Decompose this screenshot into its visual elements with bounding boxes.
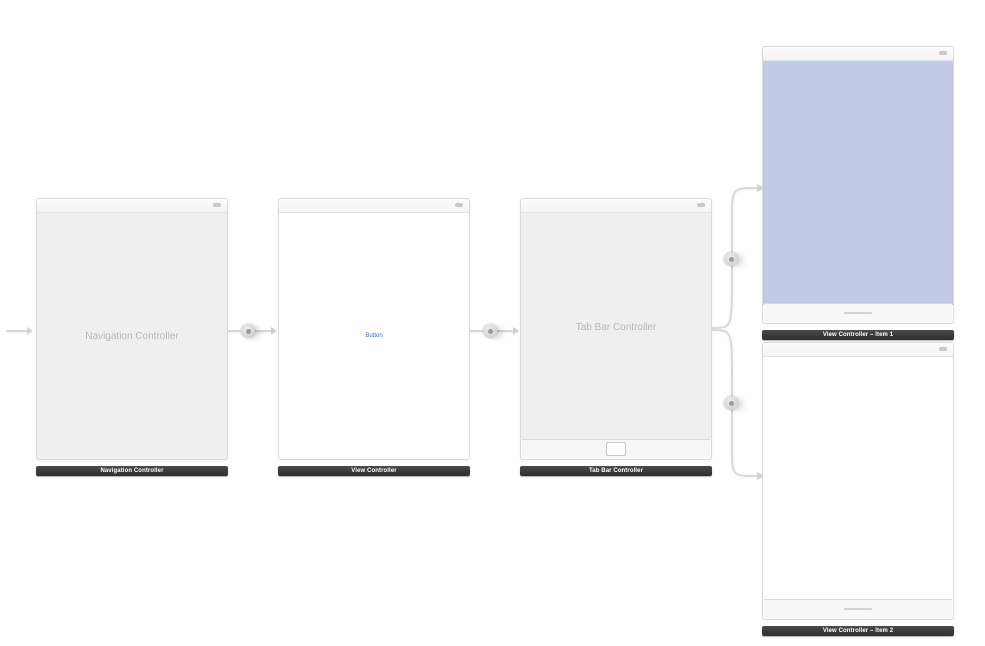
scene-floor-label: View Controller [278,466,470,476]
storyboard-canvas[interactable]: Navigation Controller Navigation Control… [0,0,985,646]
scene-content: Tab Bar Controller [521,213,711,441]
scene-floor-label: Tab Bar Controller [520,466,712,476]
scene-content [763,357,953,601]
scene-tabbar-controller[interactable]: Tab Bar Controller Tab Bar Controller [520,198,712,460]
scene-floor-label: View Controller – Item 1 [762,330,954,340]
scene-titlebar [763,343,953,357]
segue-badge[interactable] [724,252,738,266]
close-icon [697,203,705,207]
scene-titlebar [37,199,227,213]
scene-item-2[interactable]: View Controller – Item 2 [762,342,954,620]
tab-bar [764,599,952,618]
scene-titlebar [763,47,953,61]
home-indicator-icon [844,312,872,314]
entry-point-arrow[interactable] [6,330,28,332]
close-icon [939,51,947,55]
scene-floor-label: Navigation Controller [36,466,228,476]
segue-badge[interactable] [241,324,255,338]
close-icon [939,347,947,351]
placeholder-label: Navigation Controller [37,213,227,459]
placeholder-label: Tab Bar Controller [521,213,711,441]
button[interactable]: Button [279,213,469,459]
scene-navigation-controller[interactable]: Navigation Controller Navigation Control… [36,198,228,460]
close-icon [213,203,221,207]
scene-content [763,61,953,305]
tab-bar [522,439,710,458]
scene-titlebar [521,199,711,213]
tab-bar [764,303,952,322]
scene-content: Navigation Controller [37,213,227,459]
segue-curve[interactable] [712,328,762,488]
close-icon [455,203,463,207]
segue-badge[interactable] [724,396,738,410]
scene-floor-label: View Controller – Item 2 [762,626,954,636]
scene-item-1[interactable]: View Controller – Item 1 [762,46,954,324]
scene-titlebar [279,199,469,213]
scene-view-controller[interactable]: Button View Controller [278,198,470,460]
scene-content: Button [279,213,469,459]
tab-item-icon [606,442,626,456]
segue-badge[interactable] [483,324,497,338]
home-indicator-icon [844,608,872,610]
